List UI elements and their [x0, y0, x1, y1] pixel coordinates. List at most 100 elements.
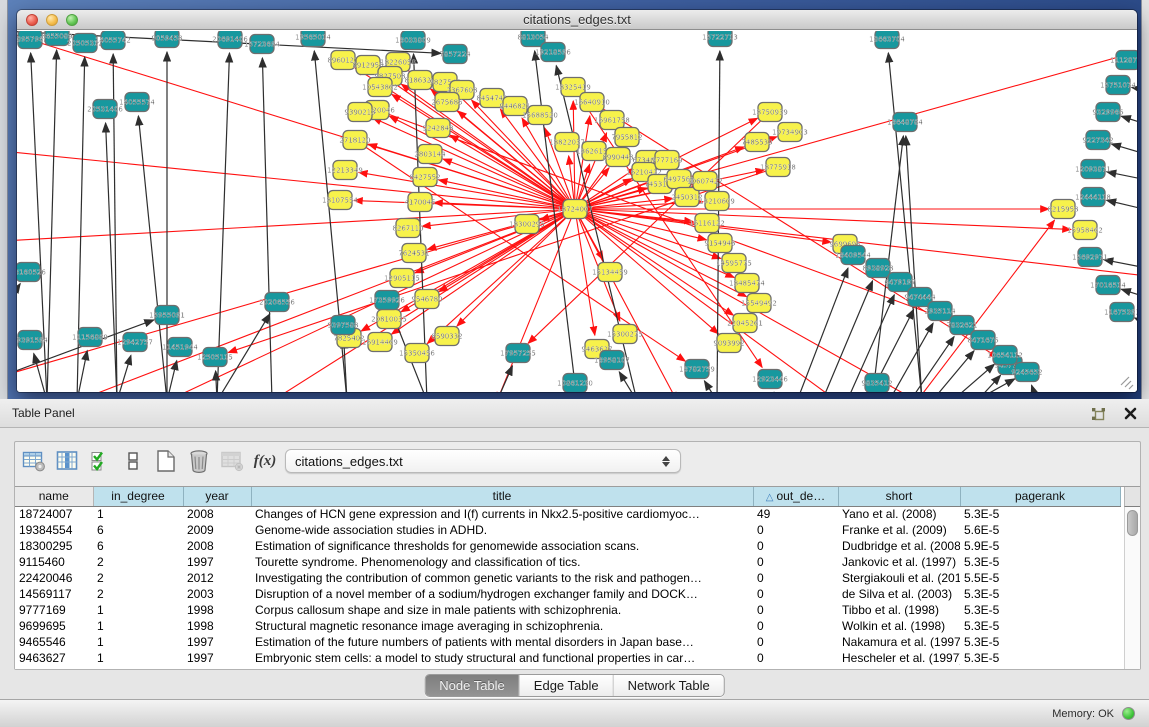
table-cell[interactable]: 1: [93, 634, 183, 650]
table-cell[interactable]: 1: [93, 506, 183, 522]
table-cell[interactable]: 1997: [183, 650, 251, 666]
network-node[interactable]: 9059458: [151, 31, 182, 48]
network-node[interactable]: 11451944: [162, 338, 198, 357]
network-node[interactable]: 4170045: [404, 193, 435, 212]
table-cell[interactable]: 5.3E-5: [960, 586, 1120, 602]
network-node[interactable]: 12923446: [752, 370, 788, 389]
network-node[interactable]: 12942757: [117, 333, 153, 352]
table-cell[interactable]: 0: [753, 602, 838, 618]
network-node[interactable]: 12505115: [197, 348, 233, 367]
table-cell[interactable]: 2008: [183, 538, 251, 554]
table-cell[interactable]: 2008: [183, 506, 251, 522]
network-node[interactable]: 15751074: [1100, 76, 1136, 95]
table-cell[interactable]: Jankovic et al. (1997): [838, 554, 960, 570]
network-node[interactable]: 18485474: [729, 274, 765, 293]
network-node[interactable]: 16160526: [17, 263, 46, 282]
window-titlebar[interactable]: citations_edges.txt: [17, 10, 1137, 30]
table-cell[interactable]: 5.6E-5: [960, 522, 1120, 538]
table-cell[interactable]: Wolkin et al. (1998): [838, 618, 960, 634]
network-node[interactable]: 2803144: [414, 145, 446, 164]
tab-node-table[interactable]: Node Table: [425, 675, 520, 696]
table-cell[interactable]: 0: [753, 618, 838, 634]
network-node[interactable]: 12213349: [327, 161, 363, 180]
table-cell[interactable]: 2012: [183, 570, 251, 586]
table-cell[interactable]: Corpus callosum shape and size in male p…: [251, 602, 753, 618]
network-node[interactable]: 10861230: [557, 374, 593, 393]
network-node[interactable]: 8267110: [392, 219, 423, 238]
table-cell[interactable]: 1: [93, 650, 183, 666]
table-cell[interactable]: 1: [93, 618, 183, 634]
float-panel-icon[interactable]: [1089, 405, 1107, 423]
network-node[interactable]: 20531406: [87, 100, 123, 119]
column-header-short[interactable]: short: [838, 487, 960, 506]
table-cell[interactable]: 0: [753, 586, 838, 602]
zoom-window-icon[interactable]: [66, 14, 78, 26]
table-cell[interactable]: 2: [93, 554, 183, 570]
memory-status-indicator-icon[interactable]: [1122, 707, 1135, 720]
table-cell[interactable]: de Silva et al. (2003): [838, 586, 960, 602]
table-cell[interactable]: 5.3E-5: [960, 602, 1120, 618]
table-cell[interactable]: Genome-wide association studies in ADHD.: [251, 522, 753, 538]
network-node[interactable]: 9397588: [327, 316, 358, 335]
table-cell[interactable]: 1998: [183, 618, 251, 634]
network-node[interactable]: 18663704: [869, 31, 905, 49]
network-node[interactable]: 22045261: [727, 314, 763, 333]
scrollbar-thumb[interactable]: [1127, 510, 1138, 536]
table-cell[interactable]: 22420046: [15, 570, 93, 586]
delete-table-icon[interactable]: [185, 447, 213, 475]
table-cell[interactable]: 18724007: [15, 506, 93, 522]
network-node[interactable]: 11675393: [1104, 303, 1137, 322]
network-node[interactable]: 9835412: [861, 374, 892, 393]
network-node[interactable]: 14595775: [716, 254, 752, 273]
column-header-name[interactable]: name: [15, 487, 93, 506]
network-node[interactable]: 7857224: [439, 45, 471, 64]
network-node[interactable]: 20810035: [371, 310, 407, 329]
table-cell[interactable]: 1: [93, 602, 183, 618]
rows-icon[interactable]: [119, 447, 147, 475]
network-node[interactable]: 15722713: [702, 31, 738, 47]
network-node[interactable]: 8990448: [602, 148, 633, 167]
table-cell[interactable]: Estimation of significance thresholds fo…: [251, 538, 753, 554]
close-panel-icon[interactable]: [1121, 405, 1139, 423]
table-cell[interactable]: 5.3E-5: [960, 634, 1120, 650]
network-node[interactable]: 9546780: [411, 290, 442, 309]
table-cell[interactable]: 2: [93, 586, 183, 602]
table-cell[interactable]: 9465546: [15, 634, 93, 650]
network-node[interactable]: 19565014: [295, 31, 331, 47]
tab-network-table[interactable]: Network Table: [614, 675, 724, 696]
table-header-row[interactable]: namein_degreeyeartitle△out_de…shortpager…: [15, 487, 1120, 506]
table-cell[interactable]: 0: [753, 650, 838, 666]
table-cell[interactable]: Yano et al. (2008): [838, 506, 960, 522]
table-row[interactable]: 1830029562008Estimation of significance …: [15, 538, 1120, 554]
network-node[interactable]: 9329966: [1092, 103, 1124, 122]
network-node[interactable]: 13210609: [699, 192, 735, 211]
network-node[interactable]: 8215958: [1047, 200, 1078, 219]
column-edit-icon[interactable]: [53, 447, 81, 475]
network-node[interactable]: 12444118: [1075, 188, 1111, 207]
table-cell[interactable]: 9699695: [15, 618, 93, 634]
table-cell[interactable]: Nakamura et al. (1997): [838, 634, 960, 650]
network-node[interactable]: 8590332: [431, 327, 462, 346]
network-node[interactable]: 9390213: [344, 103, 375, 122]
network-node[interactable]: 2675685: [431, 93, 462, 112]
node-table[interactable]: namein_degreeyeartitle△out_de…shortpager…: [15, 487, 1121, 666]
network-node[interactable]: 7624531: [398, 244, 429, 263]
network-node[interactable]: 9093992: [713, 334, 744, 353]
network-node[interactable]: 19734903: [772, 123, 808, 142]
table-cell[interactable]: 18300295: [15, 538, 93, 554]
column-header-year[interactable]: year: [183, 487, 251, 506]
close-window-icon[interactable]: [26, 14, 38, 26]
table-cell[interactable]: 0: [753, 570, 838, 586]
table-cell[interactable]: Estimation of the future numbers of pati…: [251, 634, 753, 650]
network-node[interactable]: 16033809: [395, 31, 431, 50]
network-node[interactable]: 16914469: [362, 333, 398, 352]
network-node[interactable]: 9245652: [1011, 363, 1042, 382]
network-node[interactable]: 9242848: [422, 119, 453, 138]
column-header-title[interactable]: title: [251, 487, 753, 506]
table-cell[interactable]: Franke et al. (2009): [838, 522, 960, 538]
table-cell[interactable]: 9115460: [15, 554, 93, 570]
table-cell[interactable]: Dudbridge et al. (2008): [838, 538, 960, 554]
select-columns-icon[interactable]: [86, 447, 114, 475]
table-cell[interactable]: Investigating the contribution of common…: [251, 570, 753, 586]
network-node[interactable]: 17957255: [500, 344, 536, 363]
